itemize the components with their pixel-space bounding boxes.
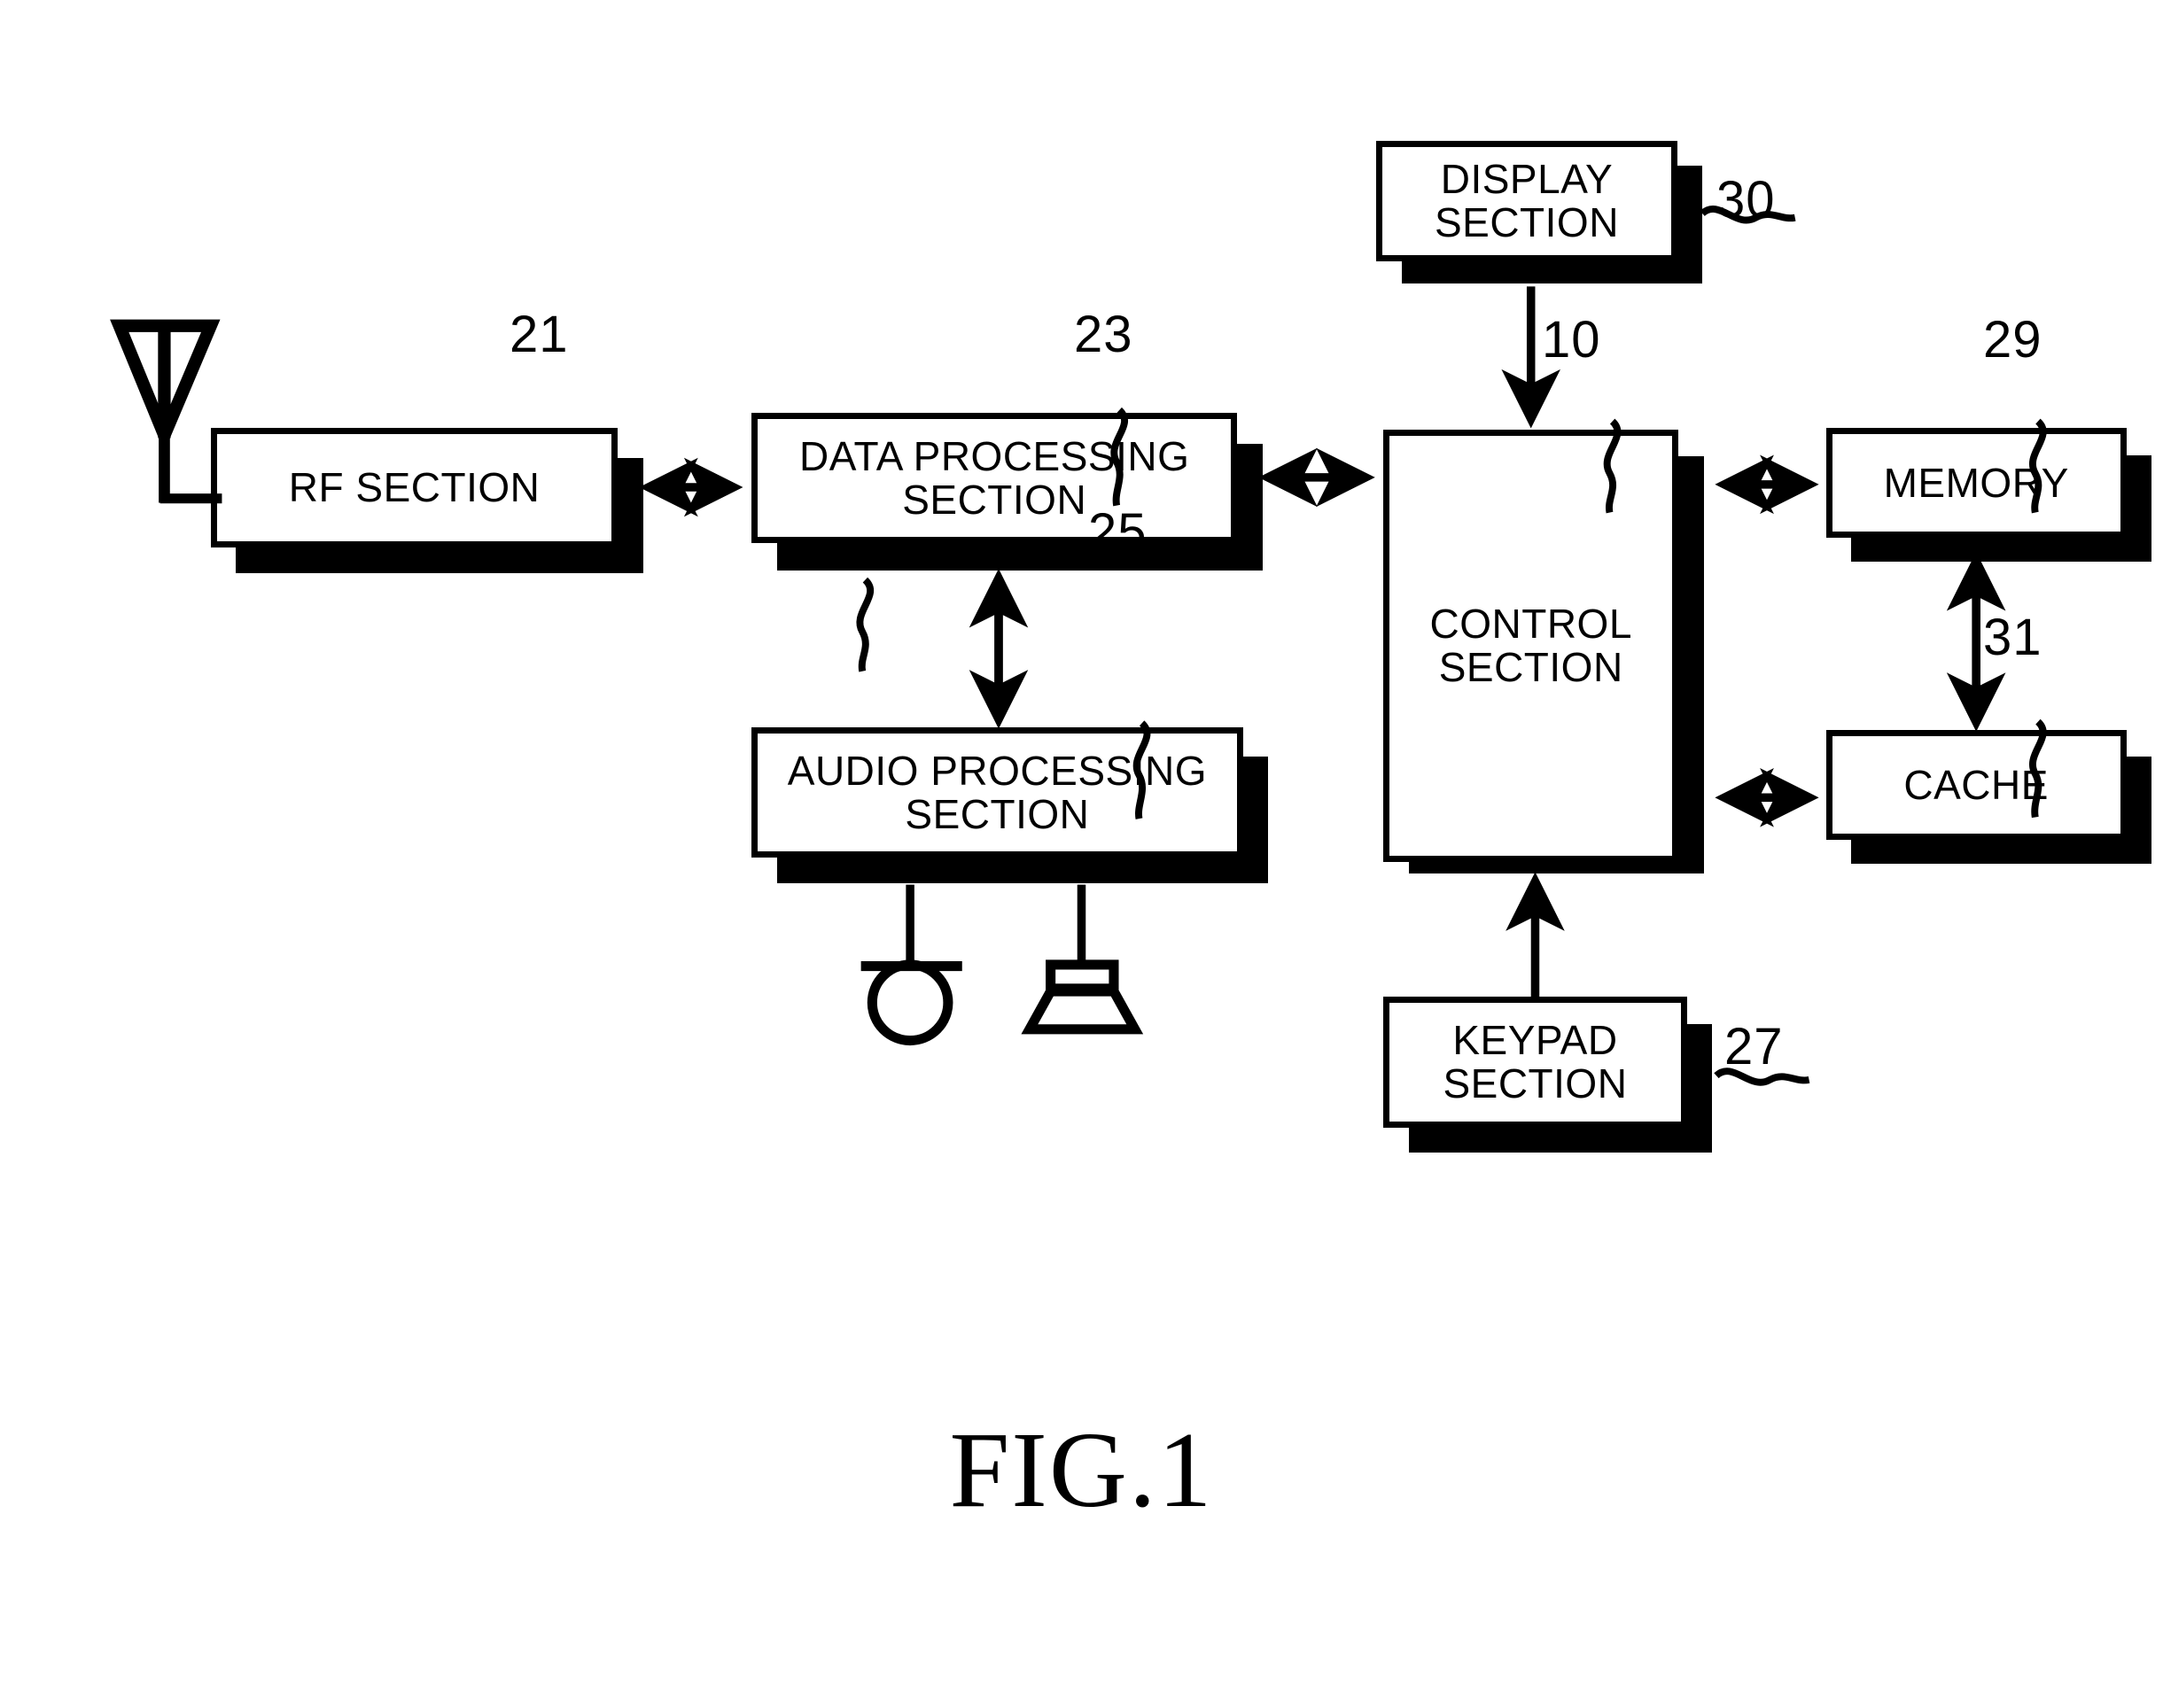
ref-numeral-29: 29 (1983, 311, 2042, 369)
ref-numeral-10: 10 (1542, 311, 1601, 369)
ref-numeral-31: 31 (1983, 609, 2042, 666)
microphone-icon (860, 959, 962, 1046)
display-section-block[interactable]: DISPLAY SECTION (1376, 140, 1677, 261)
figure-caption: FIG.1 (949, 1410, 1214, 1530)
memory-label: MEMORY (1883, 459, 2069, 506)
speaker-icon (1021, 959, 1144, 1035)
cache-label: CACHE (1903, 761, 2049, 808)
audio-processing-section-label: AUDIO PROCESSING SECTION (787, 748, 1207, 837)
keypad-section-block[interactable]: KEYPAD SECTION (1383, 997, 1687, 1128)
ref-numeral-27: 27 (1724, 1018, 1784, 1075)
control-section-label: CONTROL SECTION (1429, 601, 1632, 691)
cache-block[interactable]: CACHE (1825, 730, 2127, 840)
data-processing-section-block[interactable]: DATA PROCESSING SECTION (751, 413, 1238, 544)
rf-section-block[interactable]: RF SECTION (210, 428, 619, 548)
leader-line-21 (856, 577, 875, 672)
ref-numeral-25: 25 (1088, 503, 1148, 561)
ref-numeral-21: 21 (510, 306, 569, 363)
audio-processing-section-block[interactable]: AUDIO PROCESSING SECTION (751, 727, 1243, 858)
rf-section-label: RF SECTION (288, 464, 541, 511)
display-section-label: DISPLAY SECTION (1434, 155, 1619, 245)
ref-numeral-30: 30 (1716, 171, 1776, 229)
control-section-block[interactable]: CONTROL SECTION (1383, 430, 1679, 863)
patent-figure: RF SECTION DATA PROCESSING SECTION AUDIO… (0, 0, 2163, 1708)
keypad-section-label: KEYPAD SECTION (1443, 1017, 1628, 1107)
memory-block[interactable]: MEMORY (1825, 428, 2127, 539)
ref-numeral-23: 23 (1074, 306, 1133, 363)
